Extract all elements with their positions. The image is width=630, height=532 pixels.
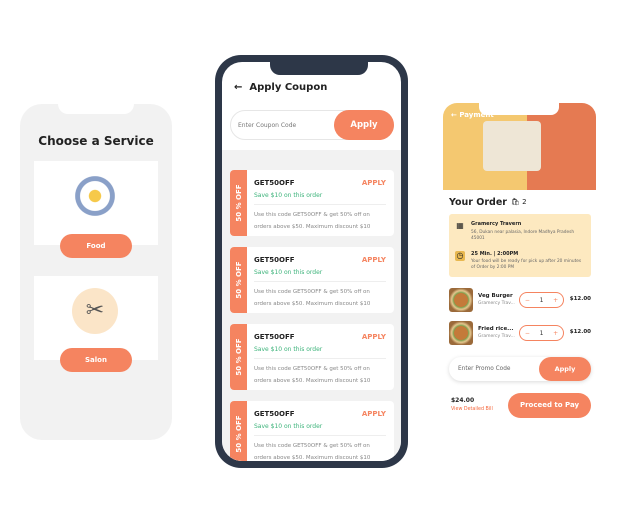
item-price: $12.00 — [569, 296, 591, 302]
food-banner-image: ← Payment — [443, 103, 596, 190]
minus-icon[interactable]: − — [525, 330, 530, 337]
proceed-to-pay-button[interactable]: Proceed to Pay — [508, 393, 591, 418]
apply-coupon-button[interactable]: Apply — [334, 110, 394, 140]
divider — [254, 204, 386, 205]
coupon-input[interactable]: Enter Coupon Code Apply — [230, 110, 394, 140]
apply-link[interactable]: APPLY — [362, 333, 386, 341]
service-phone: Choose a Service Food ✂ Salon — [20, 104, 172, 440]
quantity-stepper[interactable]: −1 + — [519, 292, 564, 308]
coupon-card: 50 % OFF GET50OFF APPLY Save $10 on this… — [230, 401, 394, 461]
coupon-card: 50 % OFF GET50OFF APPLY Save $10 on this… — [230, 324, 394, 390]
item-name: Fried rice... — [478, 326, 514, 332]
coupon-description: Use this code GET50OFF & get 50% off on … — [254, 289, 371, 307]
page-title: Apply Coupon — [249, 82, 328, 93]
coupon-description: Use this code GET50OFF & get 50% off on … — [254, 212, 371, 230]
coupon-code: GET50OFF — [254, 179, 295, 187]
savings-text: Save $10 on this order — [254, 269, 323, 276]
discount-tag: 50 % OFF — [230, 324, 247, 390]
bag-icon: 🛍 — [511, 198, 520, 206]
clock-icon: ◷ — [455, 251, 465, 261]
order-item: Veg Burger Gramercy Trav... −1 + $12.00 — [449, 288, 591, 312]
coupon-code: GET50OFF — [254, 410, 295, 418]
apply-link[interactable]: APPLY — [362, 256, 386, 264]
savings-text: Save $10 on this order — [254, 423, 323, 430]
food-button[interactable]: Food — [60, 234, 132, 258]
coupon-phone: ← Apply Coupon Enter Coupon Code Apply 50… — [215, 55, 408, 468]
order-title: Your Order — [449, 197, 507, 208]
savings-text: Save $10 on this order — [254, 346, 323, 353]
coupon-card: 50 % OFF GET50OFF APPLY Save $10 on this… — [230, 170, 394, 236]
payment-phone: ← Payment Your Order 🛍 2 ▦ Gramercy Trav… — [443, 103, 596, 423]
apply-link[interactable]: APPLY — [362, 410, 386, 418]
divider — [254, 281, 386, 282]
discount-tag: 50 % OFF — [230, 247, 247, 313]
service-card-food[interactable] — [34, 161, 158, 245]
order-info-box: ▦ Gramercy Travern 56, Dukan near palasi… — [449, 214, 591, 277]
coupon-code: GET50OFF — [254, 333, 295, 341]
coupon-list: 50 % OFF GET50OFF APPLY Save $10 on this… — [222, 150, 401, 461]
coupon-description: Use this code GET50OFF & get 50% off on … — [254, 443, 371, 461]
discount-tag: 50 % OFF — [230, 170, 247, 236]
divider — [254, 435, 386, 436]
promo-input[interactable]: Enter Promo Code Apply — [449, 357, 591, 381]
item-thumbnail — [449, 321, 473, 345]
order-count: 🛍 2 — [511, 198, 527, 206]
item-restaurant: Gramercy Trav... — [478, 334, 515, 339]
coupon-card: 50 % OFF GET50OFF APPLY Save $10 on this… — [230, 247, 394, 313]
plus-icon[interactable]: + — [553, 330, 558, 337]
apply-promo-button[interactable]: Apply — [539, 357, 591, 381]
header: ← Apply Coupon — [234, 82, 327, 93]
item-price: $12.00 — [569, 329, 591, 335]
item-restaurant: Gramercy Trav... — [478, 301, 515, 306]
item-name: Veg Burger — [478, 293, 513, 299]
salon-button[interactable]: Salon — [60, 348, 132, 372]
total-amount: $24.00 — [451, 397, 475, 404]
coupon-description: Use this code GET50OFF & get 50% off on … — [254, 366, 371, 384]
page-title: Choose a Service — [38, 134, 154, 148]
discount-tag: 50 % OFF — [230, 401, 247, 461]
phone-notch — [58, 104, 134, 114]
item-thumbnail — [449, 288, 473, 312]
page-title: Payment — [459, 111, 494, 119]
store-icon: ▦ — [456, 221, 464, 230]
phone-notch — [270, 62, 368, 75]
savings-text: Save $10 on this order — [254, 192, 323, 199]
plus-icon[interactable]: + — [553, 297, 558, 304]
coupon-code: GET50OFF — [254, 256, 295, 264]
back-arrow-icon[interactable]: ← — [451, 111, 457, 119]
minus-icon[interactable]: − — [525, 297, 530, 304]
divider — [254, 358, 386, 359]
back-arrow-icon[interactable]: ← — [234, 82, 242, 93]
apply-link[interactable]: APPLY — [362, 179, 386, 187]
food-plate-icon — [72, 173, 118, 219]
quantity-stepper[interactable]: −1 + — [519, 325, 564, 341]
order-item: Fried rice... Gramercy Trav... −1 + $12.0… — [449, 321, 591, 345]
scissors-comb-icon: ✂ — [72, 288, 118, 334]
view-detailed-bill-link[interactable]: View Detailed Bill — [451, 407, 493, 412]
